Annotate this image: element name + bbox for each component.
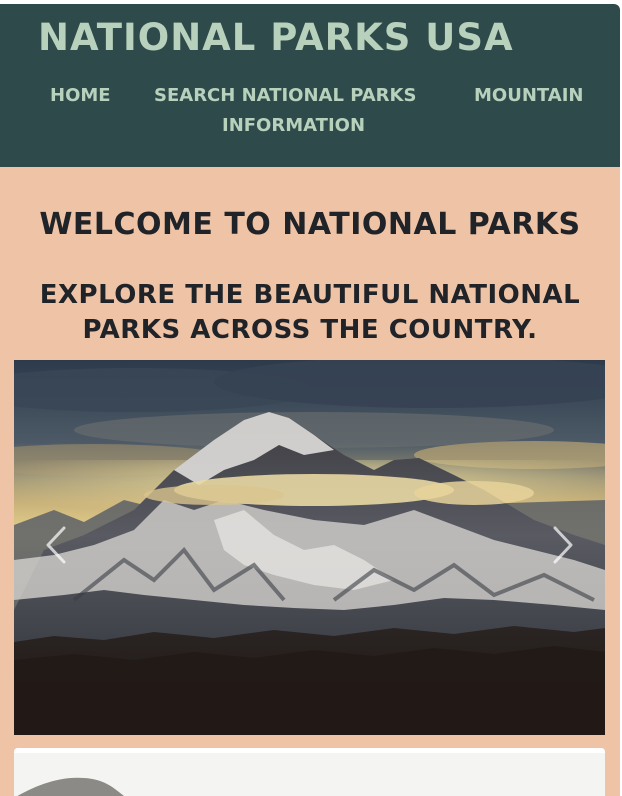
snow-capped-mountain-photo	[14, 360, 605, 735]
chevron-left-icon	[46, 526, 66, 564]
nav-mountain-link[interactable]: Mountain	[474, 85, 583, 107]
landscape-photo	[14, 748, 605, 796]
welcome-heading: Welcome to National Parks	[39, 207, 581, 242]
site-header: National Parks USA Home Search National …	[0, 4, 620, 167]
image-carousel[interactable]	[14, 360, 605, 735]
nav-home-link[interactable]: Home	[50, 85, 111, 107]
site-title: National Parks USA	[38, 16, 514, 59]
explore-heading: Explore the beautiful national parks acr…	[39, 280, 581, 345]
park-image-card	[14, 748, 605, 796]
carousel-prev-button[interactable]	[38, 520, 78, 570]
chevron-right-icon	[553, 526, 573, 564]
carousel-next-button[interactable]	[541, 520, 581, 570]
nav-search-national-parks-link[interactable]: Search National Parks	[154, 85, 416, 107]
nav-information-link[interactable]: Information	[222, 115, 365, 137]
main-content: Welcome to National Parks Explore the be…	[0, 167, 620, 796]
